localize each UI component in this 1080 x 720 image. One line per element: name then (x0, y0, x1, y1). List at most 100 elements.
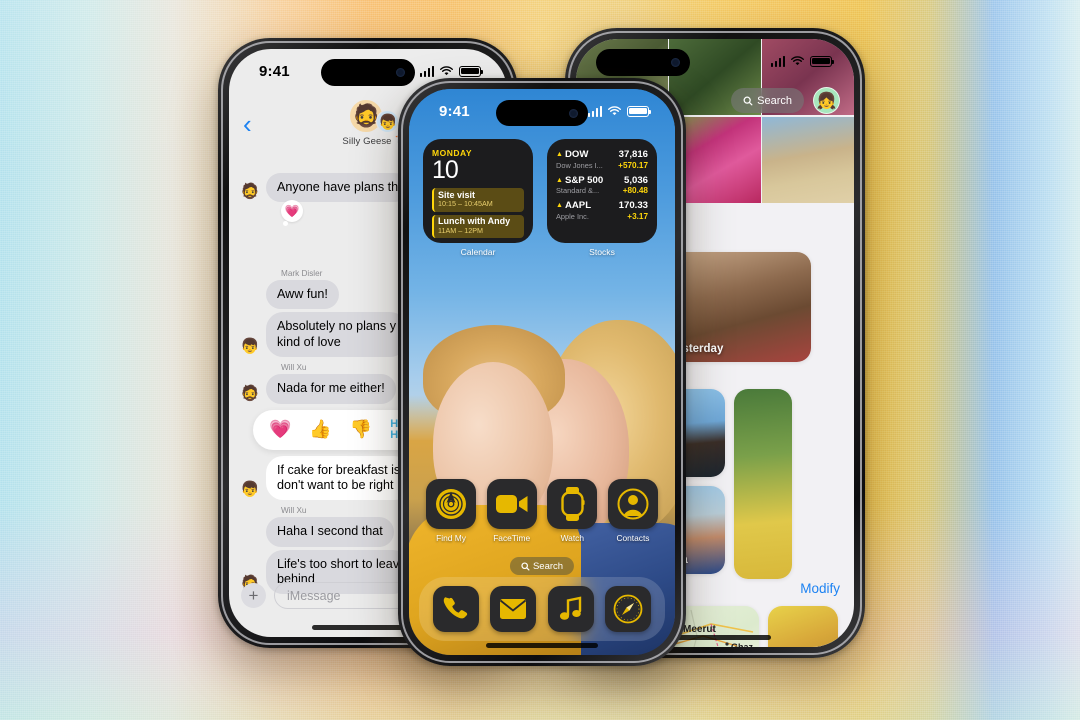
stock-symbol-wrap: ▲ DOW (556, 149, 603, 160)
collection-card[interactable] (768, 606, 838, 647)
search-icon (521, 561, 530, 571)
mail-icon[interactable] (490, 586, 537, 632)
profile-avatar[interactable]: 👧 (813, 87, 840, 114)
group-avatars: 🧔 👦 (349, 99, 400, 133)
triangle-up-icon: ▲ (556, 151, 563, 158)
mail-icon-glyph (500, 599, 527, 619)
app-label: Watch (560, 533, 585, 543)
add-attachment-button[interactable]: + (241, 583, 266, 608)
calendar-widget-body[interactable]: MONDAY 10 Site visit 10:15 – 10:45AM Lun… (423, 139, 533, 243)
calendar-widget[interactable]: MONDAY 10 Site visit 10:15 – 10:45AM Lun… (423, 139, 533, 257)
findmy-icon[interactable] (426, 479, 476, 529)
message-bubble[interactable]: If cake for breakfast is don't want to b… (266, 455, 412, 501)
photo-thumb[interactable] (762, 116, 854, 203)
app-watch[interactable]: Watch (544, 479, 600, 543)
event-time: 11AM – 12PM (438, 225, 484, 235)
stocks-widget[interactable]: ▲ DOW Dow Jones I... 37,816 +570.17 ▲ S&… (547, 139, 657, 257)
stock-values: 5,036 +80.48 (623, 175, 648, 196)
calendar-event[interactable]: Site visit 10:15 – 10:45AM (432, 188, 524, 212)
photo-tile[interactable] (734, 389, 792, 579)
stock-row[interactable]: ▲ S&P 500 Standard &... 5,036 +80.48 (556, 175, 648, 196)
stock-symbol-wrap: ▲ AAPL (556, 200, 591, 211)
reaction-heart-icon[interactable]: 💗 (269, 419, 291, 440)
stock-row[interactable]: ▲ DOW Dow Jones I... 37,816 +570.17 (556, 149, 648, 170)
app-label: Contacts (616, 533, 650, 543)
dynamic-island (496, 100, 588, 126)
search-button[interactable]: Search (731, 88, 804, 113)
group-title: Silly Geese 🪿 (342, 136, 407, 147)
message-bubble[interactable]: Nada for me either! (266, 374, 396, 404)
calendar-day-number: 10 (432, 156, 459, 184)
status-time: 9:41 (259, 62, 290, 80)
triangle-up-icon: ▲ (556, 176, 563, 184)
cellular-signal-icon (770, 55, 785, 67)
photo-card[interactable] (734, 389, 792, 579)
dynamic-island (321, 59, 415, 86)
home-search-button[interactable]: Search (509, 557, 575, 575)
stock-values: 170.33 +3.17 (619, 200, 648, 221)
reaction-thumbs-up-icon[interactable]: 👍 (309, 419, 331, 440)
stock-identity: ▲ DOW Dow Jones I... (556, 149, 603, 170)
watch-icon[interactable] (547, 479, 598, 529)
app-facetime[interactable]: FaceTime (484, 479, 540, 543)
message-bubble[interactable]: Absolutely no plans y kind of love (266, 312, 408, 358)
watch-icon-glyph (561, 487, 585, 521)
modify-button[interactable]: Modify (800, 581, 854, 596)
stock-company: Dow Jones I... (556, 160, 603, 170)
widget-label: Calendar (460, 247, 496, 257)
status-indicators (587, 105, 651, 117)
stock-values: 37,816 +570.17 (618, 149, 648, 170)
triangle-up-icon: ▲ (556, 202, 563, 209)
stock-change: +80.48 (622, 186, 648, 195)
app-contacts[interactable]: Contacts (605, 479, 661, 543)
home-indicator[interactable] (486, 643, 598, 648)
reaction-thumbs-down-icon[interactable]: 👎 (350, 419, 372, 440)
status-indicators (419, 65, 483, 77)
app-label: FaceTime (493, 533, 531, 543)
widget-label: Stocks (589, 247, 615, 257)
message-bubble[interactable]: Haha I second that (266, 517, 394, 547)
stock-company: Standard &... (556, 186, 600, 195)
battery-icon (459, 65, 483, 77)
wifi-icon (607, 106, 622, 116)
stock-symbol: S&P 500 (564, 174, 604, 186)
message-bubble[interactable]: Anyone have plans th (266, 173, 410, 203)
calendar-event[interactable]: Lunch with Andy 11AM – 12PM (432, 214, 524, 239)
search-label: Search (532, 560, 564, 572)
battery-icon (627, 105, 651, 117)
stocks-widget-body[interactable]: ▲ DOW Dow Jones I... 37,816 +570.17 ▲ S&… (547, 139, 657, 243)
app-find-my[interactable]: Find My (423, 479, 479, 543)
photos-top-controls: Search 👧 (731, 87, 840, 114)
safari-icon[interactable] (605, 586, 652, 632)
avatar-secondary: 👦 (376, 110, 400, 133)
message-avatar: 👦 (240, 481, 260, 499)
phone-icon[interactable] (432, 586, 479, 632)
stock-price: 37,816 (618, 149, 648, 160)
message-avatar: 🧔 (240, 183, 260, 201)
message-bubble[interactable]: Aww fun! (266, 280, 339, 310)
search-icon (743, 96, 753, 105)
cellular-signal-icon (587, 105, 602, 117)
cellular-signal-icon (419, 65, 434, 77)
dynamic-island (596, 49, 690, 76)
widget-row: MONDAY 10 Site visit 10:15 – 10:45AM Lun… (423, 139, 661, 257)
stock-price: 170.33 (618, 200, 648, 211)
music-icon[interactable] (547, 586, 594, 632)
stock-symbol: AAPL (564, 200, 592, 211)
stock-symbol-wrap: ▲ S&P 500 (556, 175, 603, 186)
stock-symbol: DOW (564, 149, 589, 160)
facetime-icon[interactable] (486, 479, 537, 529)
stock-change: +3.17 (627, 211, 648, 221)
contacts-icon[interactable] (607, 479, 658, 529)
phone-icon-glyph (443, 597, 467, 619)
stock-row[interactable]: ▲ AAPL Apple Inc. 170.33 +3.17 (556, 200, 648, 221)
stock-identity: ▲ AAPL Apple Inc. (556, 200, 591, 221)
photo-tile[interactable] (768, 606, 838, 647)
stock-company: Apple Inc. (556, 211, 589, 221)
app-label: Find My (436, 533, 466, 543)
safari-icon-glyph (613, 594, 643, 624)
home-screen: 9:41 MONDAY 10 Site visit 10:15 – 10:45A… (409, 89, 675, 655)
stock-change: +570.17 (618, 160, 648, 170)
stock-price: 5,036 (623, 174, 648, 186)
front-camera-icon (671, 58, 680, 67)
